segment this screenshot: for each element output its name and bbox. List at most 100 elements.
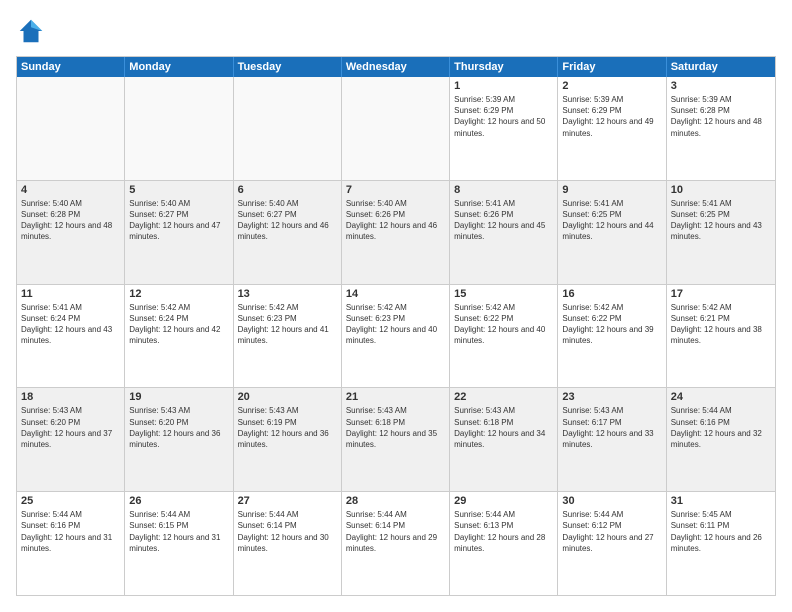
day-number: 2 — [562, 80, 661, 92]
day-info: Sunrise: 5:43 AM Sunset: 6:20 PM Dayligh… — [129, 405, 228, 450]
day-info: Sunrise: 5:44 AM Sunset: 6:12 PM Dayligh… — [562, 509, 661, 554]
day-number: 13 — [238, 288, 337, 300]
day-info: Sunrise: 5:44 AM Sunset: 6:14 PM Dayligh… — [346, 509, 445, 554]
day-info: Sunrise: 5:41 AM Sunset: 6:24 PM Dayligh… — [21, 302, 120, 347]
calendar: SundayMondayTuesdayWednesdayThursdayFrid… — [16, 56, 776, 596]
calendar-row-5: 25Sunrise: 5:44 AM Sunset: 6:16 PM Dayli… — [17, 492, 775, 595]
day-cell-29: 29 Sunrise: 5:44 AM Sunset: 6:13 PM Dayli… — [450, 492, 558, 595]
day-cell-26: 26 Sunrise: 5:44 AM Sunset: 6:15 PM Dayli… — [125, 492, 233, 595]
day-info: Sunrise: 5:43 AM Sunset: 6:20 PM Dayligh… — [21, 405, 120, 450]
day-number: 31 — [671, 495, 771, 507]
day-info: Sunrise: 5:40 AM Sunset: 6:28 PM Dayligh… — [21, 198, 120, 243]
day-cell-28: 28 Sunrise: 5:44 AM Sunset: 6:14 PM Dayli… — [342, 492, 450, 595]
page: SundayMondayTuesdayWednesdayThursdayFrid… — [0, 0, 792, 612]
day-number: 1 — [454, 80, 553, 92]
day-number: 30 — [562, 495, 661, 507]
header-day-wednesday: Wednesday — [342, 57, 450, 77]
day-number: 4 — [21, 184, 120, 196]
day-cell-20: 20 Sunrise: 5:43 AM Sunset: 6:19 PM Dayli… — [234, 388, 342, 491]
day-info: Sunrise: 5:40 AM Sunset: 6:27 PM Dayligh… — [238, 198, 337, 243]
day-cell-27: 27 Sunrise: 5:44 AM Sunset: 6:14 PM Dayli… — [234, 492, 342, 595]
logo-icon — [16, 16, 46, 46]
day-number: 15 — [454, 288, 553, 300]
day-cell-31: 31 Sunrise: 5:45 AM Sunset: 6:11 PM Dayli… — [667, 492, 775, 595]
day-info: Sunrise: 5:43 AM Sunset: 6:18 PM Dayligh… — [346, 405, 445, 450]
calendar-row-1: 1 Sunrise: 5:39 AM Sunset: 6:29 PM Daylig… — [17, 77, 775, 181]
day-info: Sunrise: 5:43 AM Sunset: 6:19 PM Dayligh… — [238, 405, 337, 450]
day-cell-21: 21 Sunrise: 5:43 AM Sunset: 6:18 PM Dayli… — [342, 388, 450, 491]
day-number: 17 — [671, 288, 771, 300]
day-number: 14 — [346, 288, 445, 300]
day-cell-3: 3Sunrise: 5:39 AM Sunset: 6:28 PM Daylig… — [667, 77, 775, 180]
day-number: 9 — [562, 184, 661, 196]
day-number: 25 — [21, 495, 120, 507]
day-number: 28 — [346, 495, 445, 507]
day-info: Sunrise: 5:41 AM Sunset: 6:26 PM Dayligh… — [454, 198, 553, 243]
calendar-row-4: 18 Sunrise: 5:43 AM Sunset: 6:20 PM Dayli… — [17, 388, 775, 492]
empty-cell — [125, 77, 233, 180]
header-day-tuesday: Tuesday — [234, 57, 342, 77]
day-cell-4: 4 Sunrise: 5:40 AM Sunset: 6:28 PM Daylig… — [17, 181, 125, 284]
header-day-saturday: Saturday — [667, 57, 775, 77]
day-info: Sunrise: 5:39 AM Sunset: 6:29 PM Dayligh… — [562, 94, 661, 139]
day-cell-23: 23Sunrise: 5:43 AM Sunset: 6:17 PM Dayli… — [558, 388, 666, 491]
day-info: Sunrise: 5:42 AM Sunset: 6:21 PM Dayligh… — [671, 302, 771, 347]
header-day-monday: Monday — [125, 57, 233, 77]
day-cell-17: 17 Sunrise: 5:42 AM Sunset: 6:21 PM Dayli… — [667, 285, 775, 388]
day-info: Sunrise: 5:44 AM Sunset: 6:15 PM Dayligh… — [129, 509, 228, 554]
day-cell-22: 22Sunrise: 5:43 AM Sunset: 6:18 PM Dayli… — [450, 388, 558, 491]
day-info: Sunrise: 5:40 AM Sunset: 6:27 PM Dayligh… — [129, 198, 228, 243]
day-info: Sunrise: 5:42 AM Sunset: 6:23 PM Dayligh… — [346, 302, 445, 347]
day-cell-7: 7 Sunrise: 5:40 AM Sunset: 6:26 PM Daylig… — [342, 181, 450, 284]
header-day-friday: Friday — [558, 57, 666, 77]
day-cell-15: 15 Sunrise: 5:42 AM Sunset: 6:22 PM Dayli… — [450, 285, 558, 388]
day-number: 29 — [454, 495, 553, 507]
day-info: Sunrise: 5:43 AM Sunset: 6:18 PM Dayligh… — [454, 405, 553, 450]
day-number: 18 — [21, 391, 120, 403]
calendar-header: SundayMondayTuesdayWednesdayThursdayFrid… — [17, 57, 775, 77]
day-cell-8: 8Sunrise: 5:41 AM Sunset: 6:26 PM Daylig… — [450, 181, 558, 284]
day-number: 19 — [129, 391, 228, 403]
day-info: Sunrise: 5:42 AM Sunset: 6:22 PM Dayligh… — [454, 302, 553, 347]
day-cell-25: 25Sunrise: 5:44 AM Sunset: 6:16 PM Dayli… — [17, 492, 125, 595]
calendar-row-3: 11 Sunrise: 5:41 AM Sunset: 6:24 PM Dayli… — [17, 285, 775, 389]
day-number: 11 — [21, 288, 120, 300]
day-cell-18: 18 Sunrise: 5:43 AM Sunset: 6:20 PM Dayli… — [17, 388, 125, 491]
day-cell-2: 2 Sunrise: 5:39 AM Sunset: 6:29 PM Daylig… — [558, 77, 666, 180]
day-info: Sunrise: 5:40 AM Sunset: 6:26 PM Dayligh… — [346, 198, 445, 243]
day-number: 7 — [346, 184, 445, 196]
day-number: 27 — [238, 495, 337, 507]
day-info: Sunrise: 5:42 AM Sunset: 6:22 PM Dayligh… — [562, 302, 661, 347]
logo — [16, 16, 50, 46]
day-cell-5: 5 Sunrise: 5:40 AM Sunset: 6:27 PM Daylig… — [125, 181, 233, 284]
day-cell-1: 1 Sunrise: 5:39 AM Sunset: 6:29 PM Daylig… — [450, 77, 558, 180]
day-info: Sunrise: 5:44 AM Sunset: 6:13 PM Dayligh… — [454, 509, 553, 554]
day-info: Sunrise: 5:42 AM Sunset: 6:23 PM Dayligh… — [238, 302, 337, 347]
day-number: 21 — [346, 391, 445, 403]
day-info: Sunrise: 5:41 AM Sunset: 6:25 PM Dayligh… — [671, 198, 771, 243]
day-info: Sunrise: 5:45 AM Sunset: 6:11 PM Dayligh… — [671, 509, 771, 554]
day-cell-16: 16 Sunrise: 5:42 AM Sunset: 6:22 PM Dayli… — [558, 285, 666, 388]
empty-cell — [234, 77, 342, 180]
day-number: 6 — [238, 184, 337, 196]
day-number: 12 — [129, 288, 228, 300]
day-info: Sunrise: 5:42 AM Sunset: 6:24 PM Dayligh… — [129, 302, 228, 347]
day-number: 20 — [238, 391, 337, 403]
day-info: Sunrise: 5:43 AM Sunset: 6:17 PM Dayligh… — [562, 405, 661, 450]
day-cell-9: 9Sunrise: 5:41 AM Sunset: 6:25 PM Daylig… — [558, 181, 666, 284]
day-number: 3 — [671, 80, 771, 92]
header — [16, 16, 776, 46]
calendar-body: 1 Sunrise: 5:39 AM Sunset: 6:29 PM Daylig… — [17, 77, 775, 595]
header-day-sunday: Sunday — [17, 57, 125, 77]
day-number: 10 — [671, 184, 771, 196]
day-cell-30: 30 Sunrise: 5:44 AM Sunset: 6:12 PM Dayli… — [558, 492, 666, 595]
day-info: Sunrise: 5:39 AM Sunset: 6:29 PM Dayligh… — [454, 94, 553, 139]
header-day-thursday: Thursday — [450, 57, 558, 77]
day-cell-14: 14 Sunrise: 5:42 AM Sunset: 6:23 PM Dayli… — [342, 285, 450, 388]
day-number: 5 — [129, 184, 228, 196]
day-number: 16 — [562, 288, 661, 300]
day-info: Sunrise: 5:44 AM Sunset: 6:14 PM Dayligh… — [238, 509, 337, 554]
empty-cell — [342, 77, 450, 180]
day-number: 26 — [129, 495, 228, 507]
day-number: 24 — [671, 391, 771, 403]
